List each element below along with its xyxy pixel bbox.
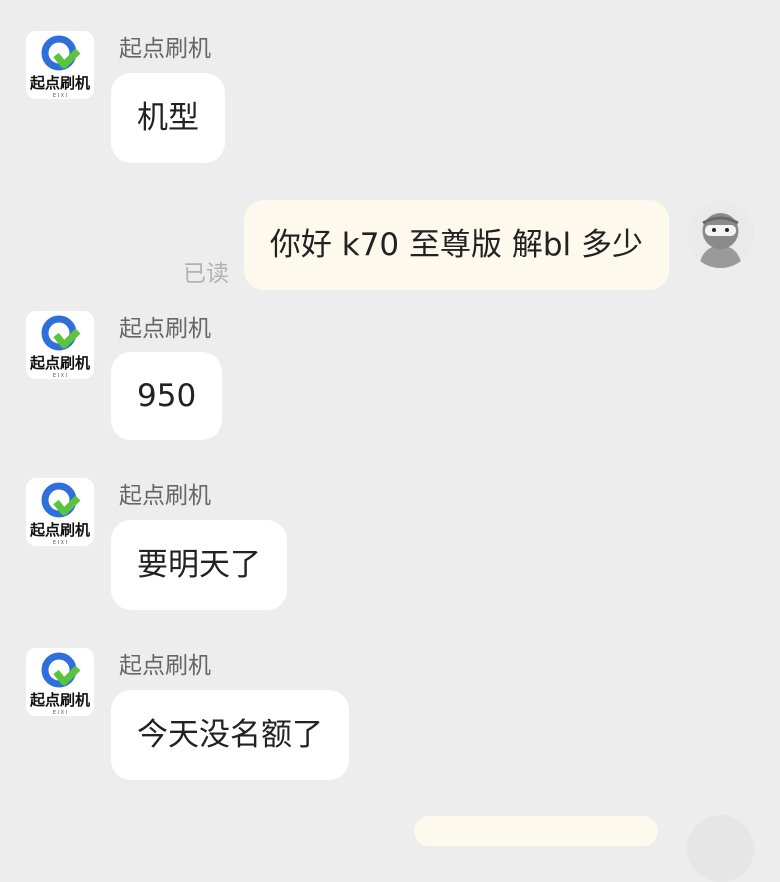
message-bubble[interactable]: 要明天了	[111, 520, 287, 610]
sender-name: 起点刷机	[119, 483, 211, 509]
sender-name: 起点刷机	[119, 653, 211, 679]
brand-logo-icon: 起点刷机 E I X I	[29, 652, 90, 716]
message-bubble-outgoing-partial[interactable]	[414, 816, 658, 846]
user-avatar[interactable]	[687, 201, 754, 268]
message-bubble[interactable]: 今天没名额了	[111, 690, 349, 780]
svg-text:起点刷机: 起点刷机	[29, 521, 90, 539]
user-avatar-partial[interactable]	[687, 815, 754, 882]
sender-name: 起点刷机	[119, 36, 211, 62]
contact-avatar[interactable]: 起点刷机 E I X I	[26, 648, 94, 716]
contact-avatar[interactable]: 起点刷机 E I X I	[26, 311, 94, 379]
svg-text:E I X I: E I X I	[53, 710, 67, 716]
brand-logo-icon: 起点刷机 E I X I	[29, 315, 90, 379]
svg-text:E I X I: E I X I	[53, 93, 67, 99]
brand-logo-icon: 起点刷机 E I X I	[29, 35, 90, 99]
message-bubble[interactable]: 950	[111, 352, 223, 440]
read-status: 已读	[183, 261, 229, 287]
svg-text:E I X I: E I X I	[53, 373, 67, 379]
svg-text:起点刷机: 起点刷机	[29, 354, 90, 372]
sender-name: 起点刷机	[119, 316, 211, 342]
svg-text:起点刷机: 起点刷机	[29, 74, 90, 92]
contact-avatar[interactable]: 起点刷机 E I X I	[26, 31, 94, 99]
message-bubble-outgoing[interactable]: 你好 k70 至尊版 解bl 多少	[243, 200, 669, 290]
svg-text:E I X I: E I X I	[53, 540, 67, 546]
svg-text:起点刷机: 起点刷机	[29, 691, 90, 709]
ninja-avatar-icon	[687, 201, 754, 268]
contact-avatar[interactable]: 起点刷机 E I X I	[26, 478, 94, 546]
brand-logo-icon: 起点刷机 E I X I	[29, 482, 90, 546]
message-bubble[interactable]: 机型	[111, 73, 225, 163]
